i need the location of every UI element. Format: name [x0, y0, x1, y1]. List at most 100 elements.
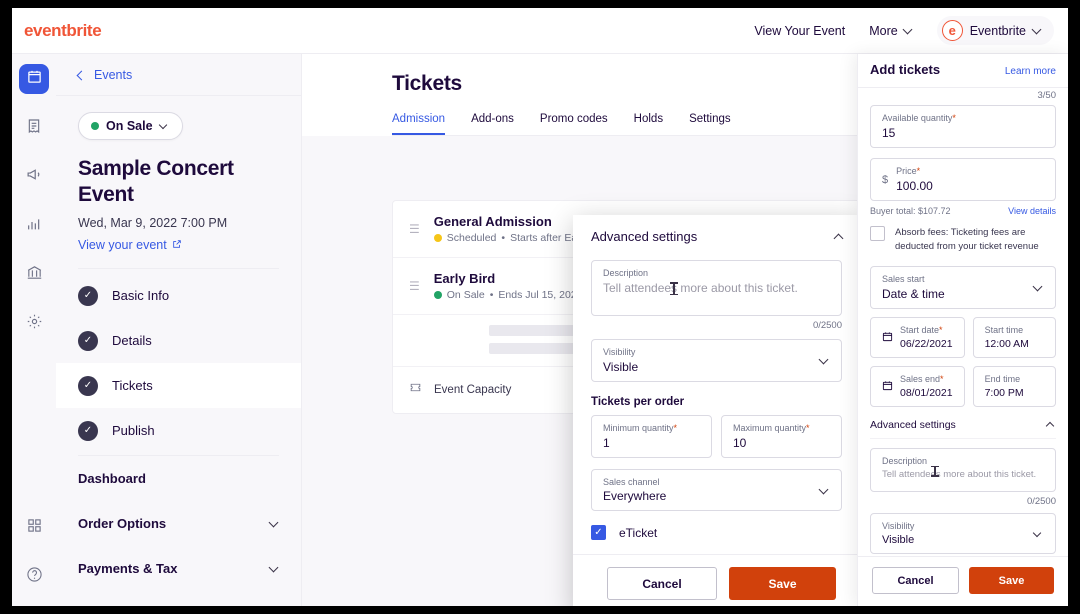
event-status-dropdown[interactable]: On Sale — [78, 112, 183, 140]
minimum-quantity-input[interactable]: 1 — [603, 436, 700, 451]
chevron-up-icon[interactable] — [835, 232, 844, 241]
drawer-advanced-settings-header[interactable]: Advanced settings — [870, 419, 1056, 439]
view-your-event-link-sidebar[interactable]: View your event — [78, 238, 182, 252]
start-date-label: Start date* — [900, 324, 943, 335]
buyer-total-row: Buyer total: $107.72 View details — [870, 206, 1056, 216]
setup-steps-list: ✓ Basic Info ✓ Details ✓ Tickets ✓ Publi… — [56, 273, 301, 453]
rail-item-help[interactable] — [19, 562, 49, 592]
tab-add-ons[interactable]: Add-ons — [471, 113, 514, 135]
tab-promo-codes[interactable]: Promo codes — [540, 113, 608, 135]
absorb-fees-checkbox[interactable] — [870, 225, 885, 241]
price-input[interactable]: 100.00 — [896, 179, 933, 194]
sales-end-label: Sales end* — [900, 373, 944, 384]
minimum-quantity-field[interactable]: Minimum quantity* 1 — [591, 414, 712, 458]
save-button[interactable]: Save — [729, 567, 836, 600]
sidebar-item-publish[interactable]: ✓ Publish — [56, 408, 301, 453]
breadcrumb-label: Events — [94, 67, 133, 82]
start-date-input[interactable]: 06/22/2021 — [900, 338, 953, 351]
tab-holds[interactable]: Holds — [634, 113, 663, 135]
drawer-visibility-select[interactable]: Visibility Visible — [870, 512, 1056, 555]
visibility-label: Visibility — [603, 347, 636, 357]
rail-item-marketing[interactable] — [19, 162, 49, 192]
status-dot-icon — [433, 234, 442, 242]
sidebar-item-payments-tax[interactable]: Payments & Tax — [56, 546, 301, 591]
cancel-button[interactable]: Cancel — [607, 567, 717, 600]
eticket-row[interactable]: ✓ eTicket — [591, 525, 842, 554]
start-date-field[interactable]: Start date* 06/22/2021 — [870, 316, 965, 358]
chevron-up-icon[interactable] — [1047, 420, 1056, 429]
rail-item-orders[interactable] — [19, 113, 49, 143]
start-time-input[interactable]: 12:00 AM — [985, 338, 1029, 351]
drag-handle-icon[interactable]: ☰ — [409, 223, 420, 235]
text-cursor-icon — [670, 282, 678, 295]
start-time-field[interactable]: Start time 12:00 AM — [972, 316, 1056, 358]
apps-grid-icon — [27, 518, 42, 538]
sidebar-item-order-options[interactable]: Order Options — [56, 501, 301, 546]
sales-end-field[interactable]: Sales end* 08/01/2021 — [870, 365, 965, 407]
divider — [78, 268, 279, 270]
absorb-fees-row[interactable]: Absorb fees: Ticketing fees are deducted… — [870, 225, 1056, 255]
breadcrumb-back-events[interactable]: Events — [56, 54, 301, 96]
status-badge: On Sale — [106, 119, 153, 133]
price-field-inner: Price* 100.00 — [896, 166, 933, 194]
description-input[interactable]: Tell attendees more about this ticket. — [603, 281, 830, 296]
drawer-description-field[interactable]: Description Tell attendees more about th… — [870, 447, 1056, 492]
rail-item-apps[interactable] — [19, 513, 49, 543]
icon-rail — [12, 54, 56, 606]
eticket-checkbox[interactable]: ✓ — [591, 525, 606, 541]
visibility-label: Visibility — [882, 520, 915, 531]
start-date-inner: Start date* 06/22/2021 — [900, 325, 953, 351]
account-menu-button[interactable]: e Eventbrite — [936, 16, 1054, 45]
check-icon: ✓ — [78, 375, 98, 396]
sidebar-item-label: Details — [112, 333, 152, 349]
modal-header[interactable]: Advanced settings — [573, 215, 860, 254]
more-menu-button[interactable]: More — [869, 24, 912, 38]
rail-item-analytics[interactable] — [19, 211, 49, 241]
tab-admission[interactable]: Admission — [392, 113, 446, 135]
tickets-per-order-label: Tickets per order — [591, 395, 685, 408]
sales-end-input[interactable]: 08/01/2021 — [900, 387, 953, 400]
drawer-cancel-button[interactable]: Cancel — [872, 567, 959, 594]
available-quantity-field[interactable]: Available quantity* 15 — [870, 105, 1056, 148]
view-details-link[interactable]: View details — [1008, 206, 1056, 216]
sidebar-item-dashboard[interactable]: Dashboard — [56, 456, 301, 501]
calendar-icon — [27, 69, 42, 89]
end-time-field[interactable]: End time 7:00 PM — [972, 365, 1056, 407]
visibility-select[interactable]: Visibility Visible — [591, 339, 842, 382]
calendar-icon — [882, 329, 893, 347]
drawer-title: Add tickets — [870, 62, 941, 77]
maximum-quantity-input[interactable]: 10 — [733, 436, 830, 451]
chevron-down-icon — [270, 519, 279, 528]
sales-start-select[interactable]: Sales start Date & time — [870, 266, 1056, 309]
chevron-down-icon — [1034, 283, 1043, 292]
status-dot-icon — [433, 291, 442, 299]
drag-handle-icon[interactable]: ☰ — [409, 280, 420, 292]
sales-channel-select[interactable]: Sales channel Everywhere — [591, 468, 842, 512]
start-time-inner: Start time 12:00 AM — [985, 325, 1029, 351]
learn-more-link[interactable]: Learn more — [1005, 66, 1056, 77]
external-link-icon — [172, 238, 182, 252]
eventbrite-logo[interactable]: eventbrite — [24, 21, 102, 41]
description-field[interactable]: Description Tell attendees more about th… — [591, 260, 842, 316]
rail-item-settings[interactable] — [19, 309, 49, 339]
end-time-input[interactable]: 7:00 PM — [985, 387, 1024, 400]
sidebar-item-details[interactable]: ✓ Details — [56, 318, 301, 363]
tickets-per-order-group: Minimum quantity* 1 Maximum quantity* 10 — [591, 414, 842, 458]
status-dot-icon — [91, 122, 99, 130]
price-field[interactable]: $ Price* 100.00 — [870, 157, 1056, 201]
account-name: Eventbrite — [969, 23, 1026, 38]
description-input[interactable]: Tell attendees more about this ticket. — [882, 469, 1044, 481]
tab-settings[interactable]: Settings — [689, 113, 731, 135]
sidebar-item-tickets[interactable]: ✓ Tickets — [56, 363, 301, 409]
drawer-save-button[interactable]: Save — [969, 567, 1054, 594]
sidebar-item-basic-info[interactable]: ✓ Basic Info — [56, 273, 301, 318]
eventbrite-app-window: eventbrite View Your Event More e Eventb… — [12, 8, 1068, 606]
avatar: e — [941, 20, 963, 41]
rail-item-finance[interactable] — [19, 260, 49, 290]
maximum-quantity-field[interactable]: Maximum quantity* 10 — [721, 414, 842, 458]
end-time-inner: End time 7:00 PM — [985, 374, 1024, 400]
available-quantity-input[interactable]: 15 — [882, 126, 1044, 141]
rail-item-calendar[interactable] — [19, 64, 49, 94]
available-quantity-label: Available quantity* — [882, 113, 956, 123]
view-your-event-link[interactable]: View Your Event — [754, 24, 845, 38]
